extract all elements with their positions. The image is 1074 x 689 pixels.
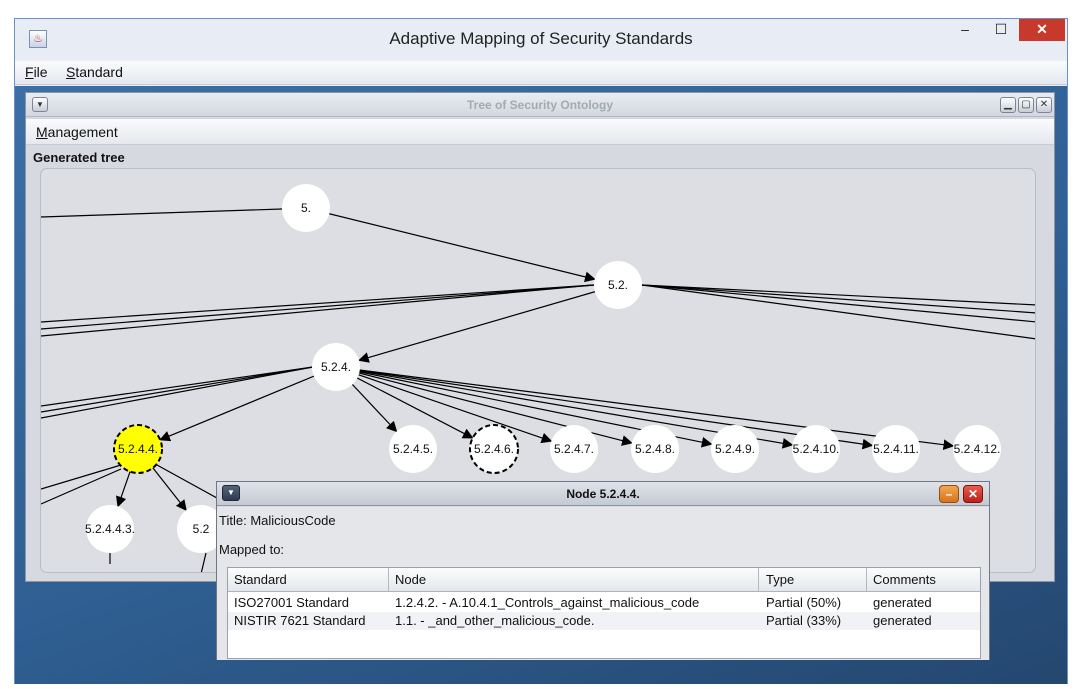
cell-standard: NISTIR 7621 Standard	[234, 613, 366, 628]
tree-node-label: 5.2.4.7.	[554, 442, 594, 456]
tree-node[interactable]: 5.2.4.12.	[953, 425, 1001, 473]
mapped-to-label: Mapped to:	[219, 542, 285, 557]
tree-node-label: 5.2.4.4.3.	[85, 522, 135, 536]
title-field: Title: MaliciousCode	[219, 513, 336, 528]
cell-comments: generated	[873, 613, 932, 628]
node-dialog-titlebar[interactable]: ▼ Node 5.2.4.4. – ✕	[217, 482, 989, 506]
tree-node-label: 5.2.4.	[321, 360, 351, 374]
menu-standard-label: tandard	[75, 64, 123, 80]
tree-node[interactable]: 5.2.4.7.	[550, 425, 598, 473]
menu-standard-mnemonic: S	[66, 64, 76, 80]
menu-management-mnemonic: M	[36, 124, 48, 140]
tree-node[interactable]: 5.2.4.4.3.	[85, 505, 135, 553]
tree-node-label: 5.2.4.9.	[715, 442, 755, 456]
menu-file-mnemonic: F	[25, 64, 34, 80]
menu-file[interactable]: File	[15, 61, 52, 80]
tree-edge-offscreen	[41, 464, 122, 490]
title-label: Title:	[219, 513, 247, 528]
cell-comments: generated	[873, 595, 932, 610]
frame-minimize-icon[interactable]: ▁	[1000, 97, 1016, 113]
tree-edge-offscreen	[641, 284, 1035, 306]
menu-management[interactable]: Management	[26, 119, 122, 140]
mapping-table: Standard Node Type Comments ISO27001 Sta…	[227, 567, 981, 659]
table-header: Standard Node Type Comments	[228, 568, 980, 592]
frame-maximize-icon[interactable]: ▢	[1018, 97, 1034, 113]
tree-menubar: Management	[26, 119, 1054, 145]
tree-edge	[305, 207, 596, 283]
column-divider[interactable]	[866, 568, 867, 592]
tree-node-label: 5.2.4.11.	[873, 442, 919, 456]
node-dialog: ▼ Node 5.2.4.4. – ✕ Title: MaliciousCode…	[216, 481, 990, 660]
tree-edge-offscreen	[41, 468, 122, 505]
tree-node[interactable]: 5.2.4.11.	[872, 425, 920, 473]
column-header-type[interactable]: Type	[766, 572, 794, 587]
cell-type: Partial (50%)	[766, 595, 842, 610]
panel-title: Generated tree	[33, 150, 125, 165]
dialog-close-icon[interactable]: ✕	[963, 485, 983, 503]
column-header-comments[interactable]: Comments	[873, 572, 936, 587]
minimize-button[interactable]: –	[951, 19, 979, 41]
tree-edge-offscreen	[41, 208, 283, 218]
cell-node: 1.1. - _and_other_malicious_code.	[395, 613, 595, 628]
tree-node-label: 5.2.4.8.	[635, 442, 675, 456]
menu-management-label: anagement	[47, 124, 118, 140]
tree-node-label: 5.2.4.10.	[793, 442, 840, 456]
tree-edge	[358, 284, 619, 363]
table-row[interactable]: NISTIR 7621 Standard 1.1. - _and_other_m…	[228, 612, 980, 630]
menu-file-label: ile	[33, 64, 48, 80]
column-header-standard[interactable]: Standard	[234, 572, 287, 587]
column-header-node[interactable]: Node	[395, 572, 426, 587]
cell-node: 1.2.4.2. - A.10.4.1_Controls_against_mal…	[395, 595, 700, 610]
close-button[interactable]: ✕	[1019, 19, 1065, 41]
cell-type: Partial (33%)	[766, 613, 842, 628]
node-dialog-body: Title: MaliciousCode Mapped to: Standard…	[217, 507, 989, 660]
maximize-button[interactable]: ☐	[987, 19, 1015, 41]
tree-node[interactable]: 5.2.4.9.	[711, 425, 759, 473]
tree-edge-offscreen	[41, 366, 314, 407]
table-row[interactable]: ISO27001 Standard 1.2.4.2. - A.10.4.1_Co…	[228, 594, 980, 612]
main-titlebar[interactable]: ♨ Adaptive Mapping of Security Standards…	[15, 19, 1067, 59]
tree-edge-offscreen	[41, 366, 314, 413]
tree-node-label: 5.	[301, 201, 311, 215]
tree-node[interactable]: 5.2.4.5.	[389, 425, 437, 473]
tree-titlebar[interactable]: ▼ Tree of Security Ontology ▁ ▢ ✕	[26, 93, 1054, 117]
tree-node[interactable]: 5.2.4.	[312, 343, 360, 391]
tree-node[interactable]: 5.2.4.8.	[631, 425, 679, 473]
tree-node-label: 5.2	[193, 522, 210, 536]
column-divider[interactable]	[388, 568, 389, 592]
tree-frame-title: Tree of Security Ontology	[466, 98, 614, 112]
tree-node-label: 5.2.4.4.	[118, 442, 158, 456]
tree-node[interactable]: 5.2.4.4.	[113, 424, 163, 474]
main-menubar: File Standard	[15, 61, 1067, 85]
tree-edge-offscreen	[200, 552, 207, 572]
tree-node[interactable]: 5.	[282, 184, 330, 232]
title-value: MaliciousCode	[250, 513, 336, 528]
window-title: Adaptive Mapping of Security Standards	[389, 29, 693, 48]
tree-edge-offscreen	[641, 284, 1035, 314]
column-divider[interactable]	[758, 568, 759, 592]
tree-edge-offscreen	[641, 284, 1035, 323]
tree-edge-offscreen	[41, 366, 314, 419]
frame-close-icon[interactable]: ✕	[1036, 97, 1052, 113]
tree-node[interactable]: 5.2.4.10.	[792, 425, 840, 473]
menu-standard[interactable]: Standard	[56, 61, 127, 80]
tree-node-label: 5.2.	[608, 278, 628, 292]
tree-edge-offscreen	[641, 284, 1035, 340]
tree-node-label: 5.2.4.6.	[474, 442, 514, 456]
tree-node-label: 5.2.4.12.	[954, 442, 1001, 456]
dialog-minimize-icon[interactable]: –	[939, 485, 959, 503]
tree-node-label: 5.2.4.5.	[393, 442, 433, 456]
tree-edge-offscreen	[41, 284, 595, 330]
tree-node[interactable]: 5.2.	[594, 261, 642, 309]
tree-node[interactable]: 5.2.4.6.	[469, 424, 519, 474]
cell-standard: ISO27001 Standard	[234, 595, 349, 610]
node-dialog-title: Node 5.2.4.4.	[566, 487, 640, 501]
tree-edge-offscreen	[41, 284, 595, 337]
